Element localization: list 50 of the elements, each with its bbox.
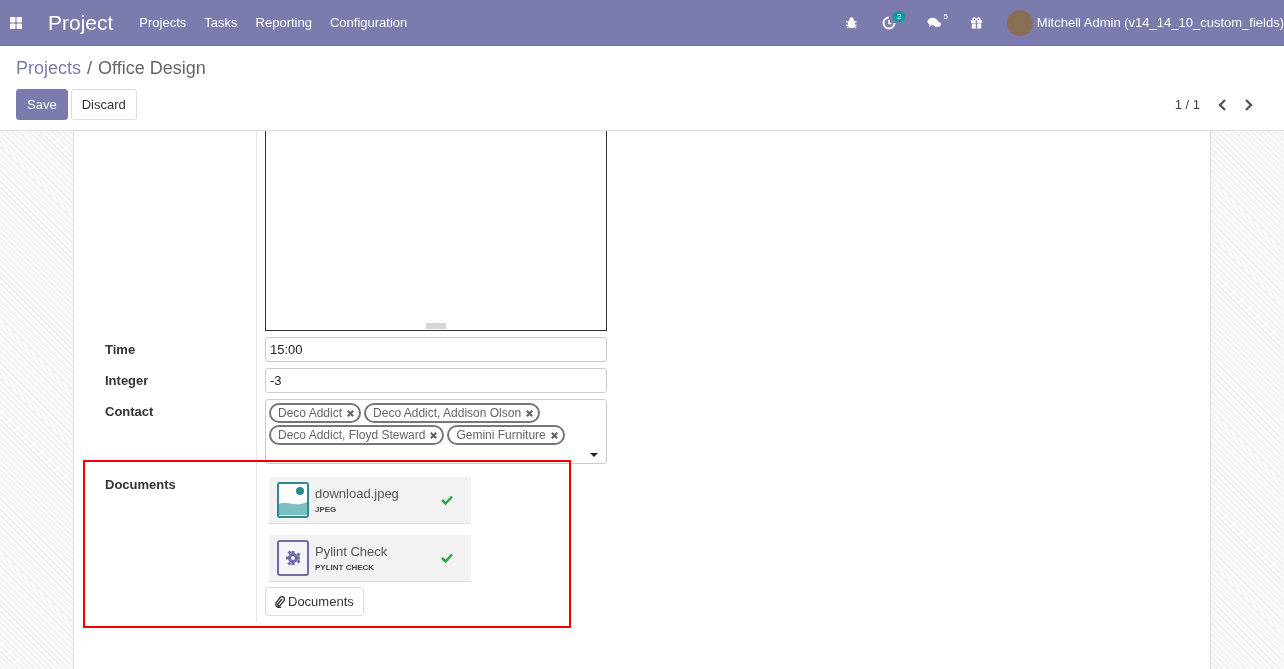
field-label: Contact <box>105 404 154 419</box>
clock-icon[interactable] <box>881 15 896 30</box>
attachment-card[interactable]: Pylint Check PYLINT CHECK <box>269 535 471 582</box>
bug-icon[interactable] <box>844 16 858 29</box>
remove-icon[interactable] <box>346 408 356 418</box>
previous-icon[interactable] <box>1218 98 1228 111</box>
time-input[interactable]: 15:00 <box>265 337 607 362</box>
contact-tag[interactable]: Gemini Furniture <box>447 425 565 445</box>
activity-count-badge: 2 <box>892 10 906 22</box>
image-file-icon <box>277 482 309 518</box>
discard-button[interactable]: Discard <box>70 89 137 120</box>
field-label: Integer <box>105 373 149 388</box>
chat-bubbles-icon[interactable] <box>927 16 943 29</box>
gift-icon[interactable] <box>969 16 983 29</box>
checkmark-icon <box>441 495 453 505</box>
integer-input[interactable]: -3 <box>265 368 607 393</box>
app-title[interactable]: Project <box>48 10 114 35</box>
breadcrumb-separator: / <box>87 58 93 79</box>
menu-item[interactable]: Configuration <box>329 15 408 30</box>
contact-tags-field[interactable]: Deco Addict Deco Addict, Addison Olson Deco Addict, Floyd Steward Gemini Furniture <box>265 399 607 464</box>
save-button[interactable]: Save <box>16 89 68 120</box>
contact-tag[interactable]: Deco Addict, Floyd Steward <box>269 425 445 445</box>
paperclip-icon <box>275 595 285 608</box>
message-count: 5 <box>943 12 948 21</box>
attachment-type: PYLINT CHECK <box>315 563 376 572</box>
apps-grid-icon[interactable] <box>10 16 22 29</box>
attachment-card[interactable]: download.jpeg JPEG <box>269 477 471 524</box>
gear-file-icon <box>277 540 309 576</box>
attachment-type: JPEG <box>315 505 338 514</box>
attachment-name: download.jpeg <box>315 486 400 501</box>
breadcrumb-current: Office Design <box>98 58 206 79</box>
resize-handle-icon[interactable] <box>426 323 446 329</box>
menu-item[interactable]: Tasks <box>204 15 238 30</box>
menu-item[interactable]: Projects <box>139 15 187 30</box>
contact-tag[interactable]: Deco Addict <box>269 403 362 423</box>
field-label: Documents <box>105 477 176 492</box>
remove-icon[interactable] <box>525 408 535 418</box>
remove-icon[interactable] <box>429 430 439 440</box>
pager-value: 1 / 1 <box>1174 97 1200 112</box>
user-name[interactable]: Mitchell Admin (v14_14_10_custom_fields) <box>1036 15 1284 30</box>
checkmark-icon <box>441 553 453 563</box>
breadcrumb-link[interactable]: Projects <box>16 58 82 79</box>
documents-button[interactable]: Documents <box>265 587 364 616</box>
field-label: Time <box>105 342 136 357</box>
contact-tag[interactable]: Deco Addict, Addison Olson <box>364 403 541 423</box>
remove-icon[interactable] <box>549 430 559 440</box>
caret-icon[interactable] <box>590 453 598 457</box>
next-icon[interactable] <box>1243 98 1253 111</box>
attachment-name: Pylint Check <box>315 544 389 559</box>
menu-item[interactable]: Reporting <box>255 15 312 30</box>
